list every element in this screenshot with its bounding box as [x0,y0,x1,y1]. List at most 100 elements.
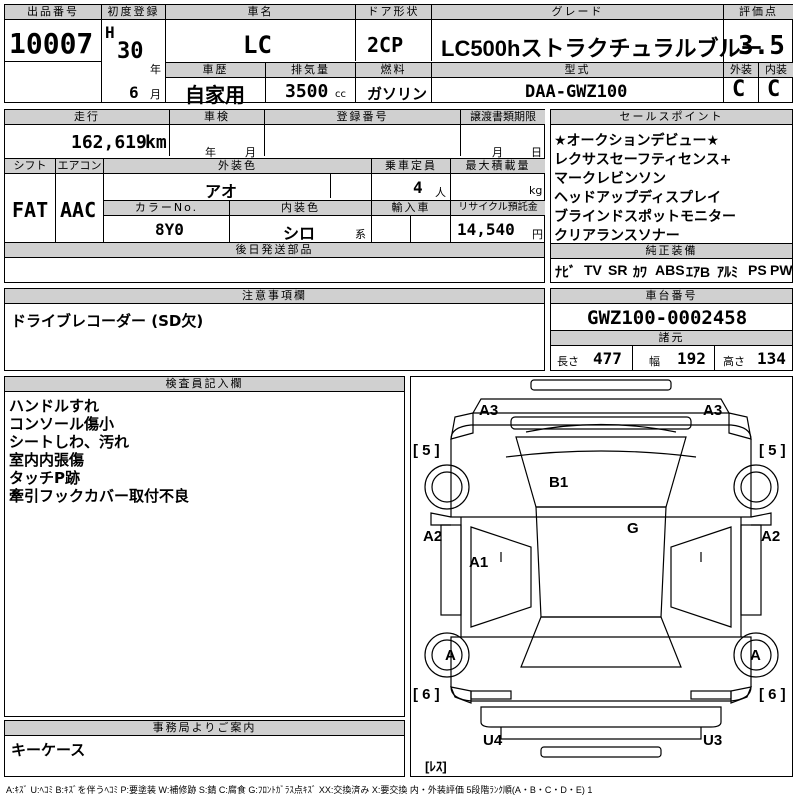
mark-5-left: [ 5 ] [413,442,440,459]
int-color-unit: 系 [355,228,366,241]
capacity: 4 [413,178,423,197]
grade-label: グレード [432,5,723,20]
color-label: 外装色 [104,159,371,174]
mark-6-right: [ 6 ] [759,686,786,703]
fuel: ガソリン [367,86,428,103]
inspector-box: 検査員記入欄 ハンドルすれ コンソール傷小 シートしわ、汚れ 室内内張傷 タッチ… [4,376,405,717]
width-label: 幅 [649,355,660,368]
height: 134 [757,349,786,368]
int-color-label: 内装色 [230,201,371,216]
transfer-label: 譲渡書類期限 [461,110,545,125]
later-parts-label: 後日発送部品 [5,243,544,258]
equip-item: ｴｱB [686,264,711,280]
era: H [105,23,115,42]
spec-title: 諸元 [551,330,792,346]
equip-item: SR [608,262,628,278]
recycle-label: リサイクル預託金 [451,201,545,216]
fuel-label: 燃料 [356,63,431,78]
mark-a3-right: A3 [703,402,722,419]
mark-g: G [627,520,639,537]
equip-item: PS [748,262,767,278]
ext-color: アオ [205,182,238,201]
car-outline-diagram: A3 A3 [ 5 ] [ 5 ] B1 G A2 A2 A1 A A [ 6 … [413,379,786,774]
width: 192 [677,349,706,368]
mark-a1: A1 [469,554,488,571]
reg-year: 30 [117,39,144,64]
history: 自家用 [185,83,245,107]
grade: LC500hストラクチュラルブルー [441,36,763,61]
equip-item: ｱﾙﾐ [717,264,738,280]
equip-title: 純正装備 [551,243,792,259]
office-text: キーケース [11,741,86,759]
history-label: 車歴 [166,63,265,78]
chassis-title: 車台番号 [551,289,792,304]
mark-u3: U3 [703,732,722,749]
inspection-label: 車検 [170,110,264,125]
sales-points-box: セールスポイント ★オークションデビュー★ レクサスセーフティセンス+ マークレ… [550,109,793,283]
exterior-label: 外装 [724,63,758,78]
mark-less: [ﾚｽ] [425,759,447,774]
height-label: 高さ [723,355,745,368]
vehicle-details-box: 走行 162,619 km 車検 年 月 登録番号 譲渡書類期限 月 日 シフト… [4,109,545,283]
office-box: 事務局よりご案内 キーケース [4,720,405,777]
length-label: 長さ [557,355,579,368]
recycle-deposit: 14,540 [457,220,515,239]
load-unit: kg [529,184,543,197]
interior-grade: C [767,77,781,102]
mileage-label: 走行 [5,110,169,125]
mark-a2-right: A2 [761,528,780,545]
mark-a-right: A [750,647,761,664]
sales-line: マークレビンソン [554,171,666,187]
sales-line: ★オークションデビュー★ [554,133,720,149]
sales-line: ブラインドスポットモニター [554,209,736,225]
inspector-line: 牽引フックカバー取付不良 [9,487,190,505]
car-name-label: 車名 [166,5,355,20]
equip-item: TV [584,262,602,278]
recycle-unit: 円 [532,228,543,241]
int-color: シロ [283,224,316,243]
score: 3.5 [738,31,785,61]
sales-line: クリアランスソナー [554,228,680,244]
first-reg-label: 初度登録 [102,5,165,20]
door-type: 2CP [367,33,404,57]
load-label: 最大積載量 [451,159,545,174]
chassis-number: GWZ100-0002458 [587,307,748,329]
mileage-unit: km [145,132,167,153]
year-unit: 年 [150,63,161,76]
notes-title: 注意事項欄 [5,289,544,304]
lot-label: 出品番号 [5,5,101,20]
mark-5-right: [ 5 ] [759,442,786,459]
color-no: 8Y0 [155,220,184,239]
capacity-unit: 人 [435,186,446,199]
displacement-unit: cc [335,89,346,100]
exterior-grade: C [732,77,746,102]
notes-box: 注意事項欄 ドライブレコーダー (SD欠) [4,288,545,371]
lot-number: 10007 [9,27,94,60]
mileage: 162,619 [71,132,147,153]
mark-6-left: [ 6 ] [413,686,440,703]
interior-label: 内装 [759,63,793,78]
reg-no-label: 登録番号 [265,110,460,125]
mark-a-left: A [445,647,456,664]
month-unit: 月 [150,88,161,101]
sales-title: セールスポイント [551,110,792,125]
score-label: 評価点 [724,5,793,20]
model-label: 型式 [432,63,723,78]
car-name: LC [243,31,272,59]
mark-u4: U4 [483,732,503,749]
sales-line: レクサスセーフティセンス+ [554,152,732,168]
length: 477 [593,349,622,368]
door-label: ドア形状 [356,5,431,20]
ac-label: エアコン [56,159,103,174]
equip-item: ｶﾜ [633,264,647,280]
shift-label: シフト [5,159,55,174]
displacement: 3500 [285,81,329,102]
model: DAA-GWZ100 [525,82,628,102]
displacement-label: 排気量 [266,63,355,78]
notes-text: ドライブレコーダー (SD欠) [11,312,204,330]
equip-item: ABS [655,262,685,278]
shift: FAT [12,198,49,222]
office-title: 事務局よりご案内 [5,721,404,736]
import-label: 輸入車 [372,201,450,216]
reg-month: 6 [129,83,139,102]
